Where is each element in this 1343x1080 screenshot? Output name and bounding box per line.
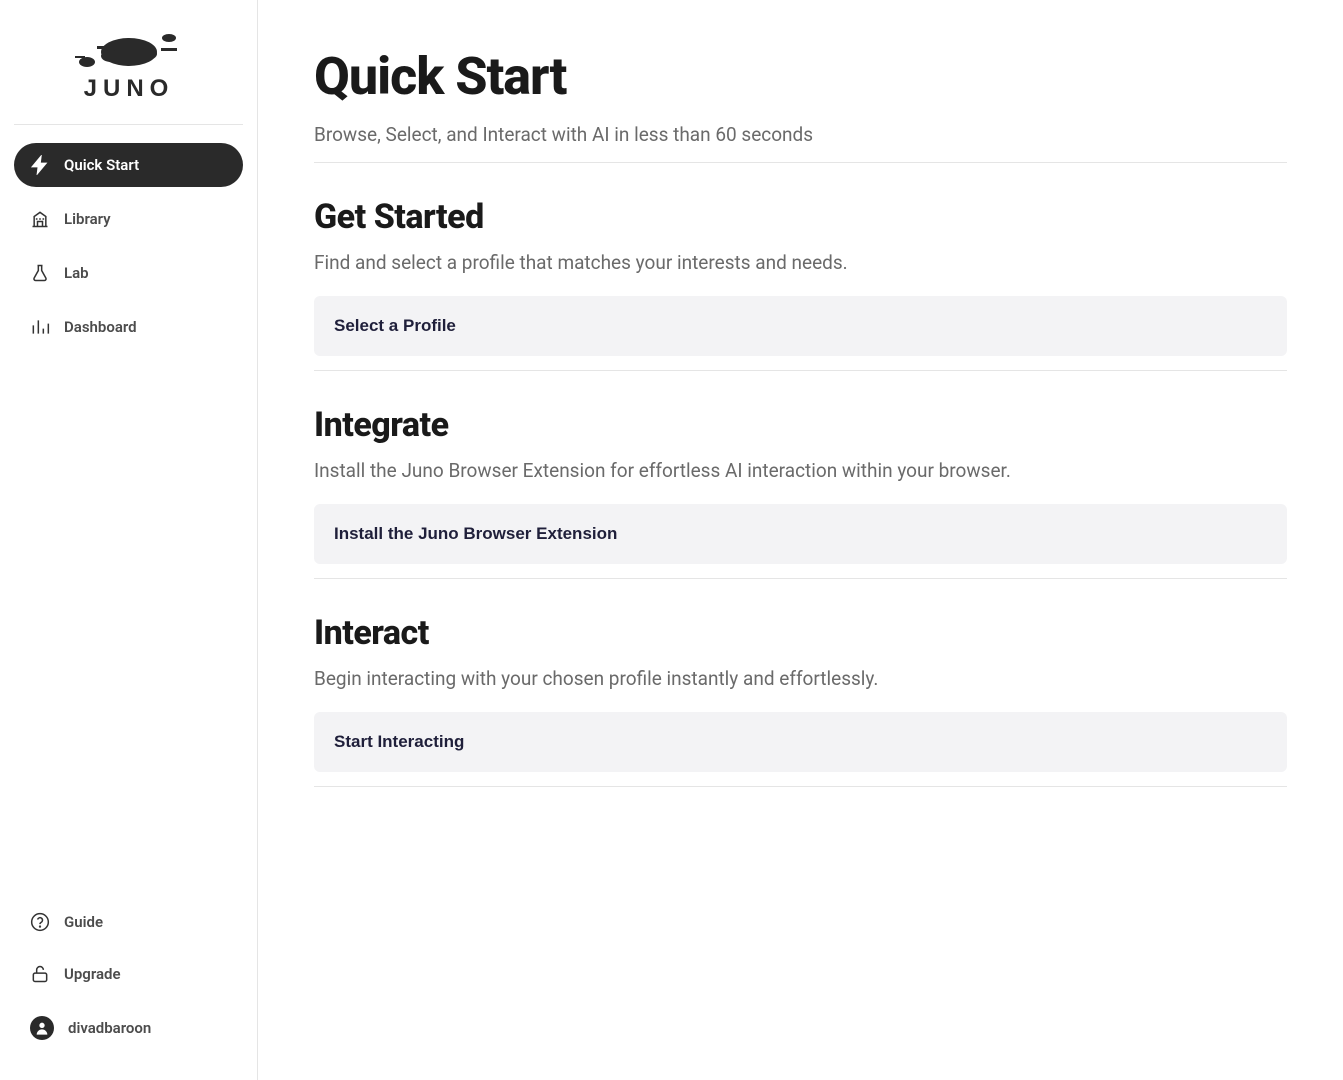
avatar-icon (30, 1016, 54, 1040)
page-title: Quick Start (314, 46, 1287, 107)
sidebar-item-dashboard[interactable]: Dashboard (14, 305, 243, 349)
logo-container: JUNO (14, 0, 243, 125)
section-divider (314, 786, 1287, 787)
nav-label: Library (64, 210, 111, 228)
sidebar-item-library[interactable]: Library (14, 197, 243, 241)
section-desc: Begin interacting with your chosen profi… (314, 667, 1287, 690)
sidebar-bottom: Guide Upgrade divadbaroon (0, 900, 257, 1080)
sidebar-item-guide[interactable]: Guide (14, 900, 243, 944)
nav-label: Dashboard (64, 318, 137, 336)
section-desc: Install the Juno Browser Extension for e… (314, 459, 1287, 482)
sidebar-item-lab[interactable]: Lab (14, 251, 243, 295)
bottom-label: Upgrade (64, 965, 121, 983)
sidebar: JUNO Quick Start Library Lab Dashboard G… (0, 0, 258, 1080)
section-integrate: Integrate Install the Juno Browser Exten… (314, 405, 1287, 579)
section-get-started: Get Started Find and select a profile th… (314, 197, 1287, 371)
nav-label: Lab (64, 264, 89, 282)
nav-label: Quick Start (64, 156, 139, 174)
section-divider (314, 370, 1287, 371)
section-title: Integrate (314, 405, 1287, 445)
section-title: Get Started (314, 197, 1287, 237)
section-divider (314, 578, 1287, 579)
sidebar-item-upgrade[interactable]: Upgrade (14, 952, 243, 996)
section-interact: Interact Begin interacting with your cho… (314, 613, 1287, 787)
bar-chart-icon (30, 317, 50, 337)
page-subtitle: Browse, Select, and Interact with AI in … (314, 123, 1287, 146)
flask-icon (30, 263, 50, 283)
nav-section: Quick Start Library Lab Dashboard (0, 125, 257, 900)
section-title: Interact (314, 613, 1287, 653)
sidebar-item-quick-start[interactable]: Quick Start (14, 143, 243, 187)
library-icon (30, 209, 50, 229)
install-extension-button[interactable]: Install the Juno Browser Extension (314, 504, 1287, 564)
help-circle-icon (30, 912, 50, 932)
sidebar-item-user[interactable]: divadbaroon (14, 1004, 243, 1052)
section-desc: Find and select a profile that matches y… (314, 251, 1287, 274)
bottom-label: Guide (64, 913, 103, 931)
juno-logo: JUNO (69, 24, 189, 104)
username-label: divadbaroon (68, 1019, 151, 1037)
select-profile-button[interactable]: Select a Profile (314, 296, 1287, 356)
unlock-icon (30, 964, 50, 984)
lightning-icon (30, 155, 50, 175)
title-divider (314, 162, 1287, 163)
svg-text:JUNO: JUNO (83, 75, 174, 102)
start-interacting-button[interactable]: Start Interacting (314, 712, 1287, 772)
main-content: Quick Start Browse, Select, and Interact… (258, 0, 1343, 1080)
